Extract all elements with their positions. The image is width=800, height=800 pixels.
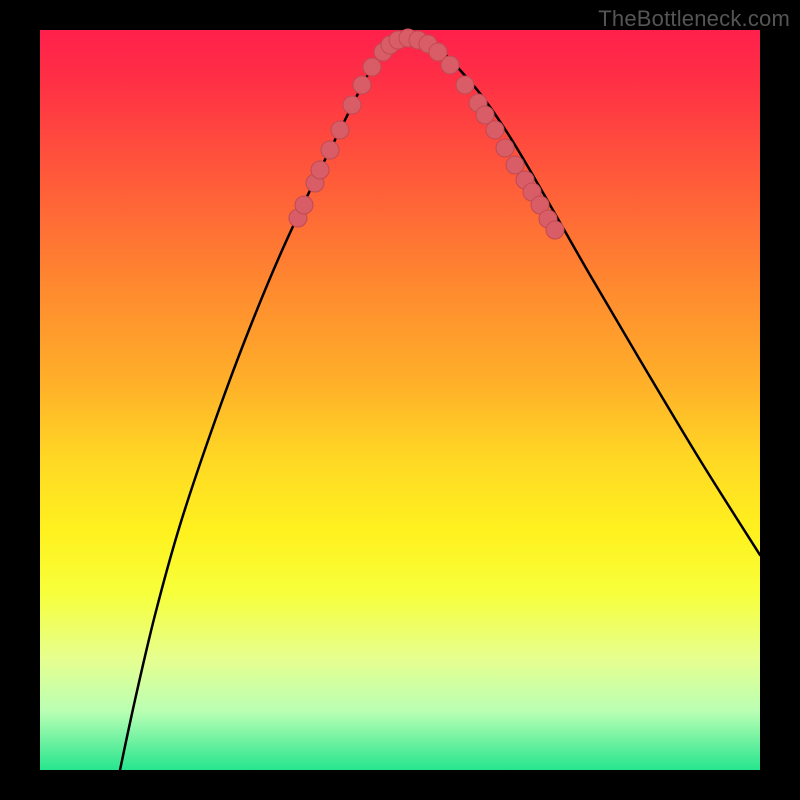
data-dot (496, 139, 514, 157)
data-dot (456, 76, 474, 94)
data-dot (343, 96, 361, 114)
data-dot (331, 121, 349, 139)
data-dot (295, 196, 313, 214)
data-dot (363, 58, 381, 76)
curve-svg (40, 30, 760, 770)
data-dot (311, 161, 329, 179)
curve-dots (289, 29, 564, 239)
data-dot (546, 221, 564, 239)
watermark-label: TheBottleneck.com (598, 6, 790, 32)
data-dot (441, 56, 459, 74)
data-dot (353, 76, 371, 94)
plot-area (40, 30, 760, 770)
chart-stage: TheBottleneck.com (0, 0, 800, 800)
bottleneck-curve (120, 35, 760, 770)
data-dot (486, 121, 504, 139)
data-dot (321, 141, 339, 159)
